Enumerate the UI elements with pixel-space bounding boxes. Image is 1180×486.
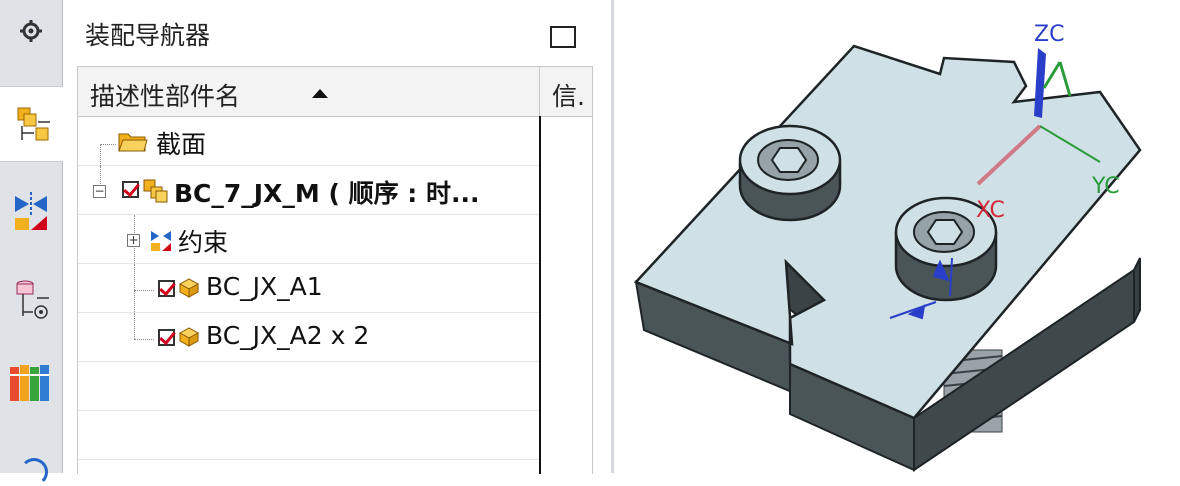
column-line	[539, 116, 541, 474]
axis-label-xc: XC	[976, 198, 1005, 223]
settings-icon[interactable]	[0, 0, 62, 62]
model-view[interactable]	[614, 0, 1180, 473]
constraint-navigator-icon	[15, 192, 47, 230]
tree-header: 描述性部件名 信.	[78, 67, 592, 117]
part-navigator-tab[interactable]	[0, 262, 62, 336]
constraints-icon	[151, 231, 171, 251]
plate-body	[633, 44, 1142, 472]
axis-label-zc: ZC	[1034, 22, 1065, 47]
visibility-checkbox[interactable]	[158, 329, 175, 346]
assembly-navigator-icon	[17, 107, 50, 141]
assembly-navigator-tab[interactable]	[0, 86, 63, 162]
assembly-icon	[143, 179, 168, 203]
sort-ascending-icon[interactable]	[312, 89, 328, 98]
column-divider[interactable]	[539, 67, 540, 116]
resource-bar	[0, 0, 63, 486]
graphics-window[interactable]: ZC YC XC	[614, 0, 1180, 473]
part-navigator-icon	[16, 280, 49, 319]
assembly-tree: 描述性部件名 信. 截面 − BC_7_JX_M (顺序: 时... + 约…	[77, 66, 593, 474]
visibility-checkbox[interactable]	[158, 280, 175, 297]
tree-item-label: BC_JX_A2 x 2	[206, 321, 370, 350]
constraint-navigator-tab[interactable]	[0, 174, 62, 248]
collapse-toggle[interactable]: −	[93, 185, 106, 198]
reuse-library-icon	[10, 365, 49, 401]
visibility-checkbox[interactable]	[122, 181, 139, 198]
tree-row-sections[interactable]: 截面	[78, 117, 539, 166]
reuse-library-tab[interactable]	[0, 346, 62, 420]
maximize-button[interactable]	[550, 26, 576, 48]
tree-row-assembly[interactable]: − BC_7_JX_M ( 顺序 : 时...	[78, 166, 539, 215]
folder-icon	[118, 133, 148, 152]
assembly-navigator-panel: 装配导航器 描述性部件名 信. 截面 − BC_7_JX_M (顺序: 时.…	[63, 0, 611, 474]
column-header-name[interactable]: 描述性部件名	[90, 77, 240, 113]
history-icon[interactable]	[20, 458, 48, 486]
component-icon	[178, 327, 200, 347]
tree-row-component[interactable]: BC_JX_A2 x 2	[78, 313, 539, 362]
expand-toggle[interactable]: +	[127, 234, 140, 247]
component-icon	[178, 278, 200, 298]
tree-row-empty	[78, 411, 539, 460]
panel-title: 装配导航器	[85, 21, 211, 50]
tree-item-label: 截面	[156, 130, 207, 159]
axis-label-yc: YC	[1092, 174, 1120, 199]
tree-row-empty	[78, 362, 539, 411]
tree-item-label: BC_7_JX_M ( 顺序 : 时...	[174, 179, 480, 208]
column-header-info[interactable]: 信.	[552, 77, 585, 113]
tree-row-constraints[interactable]: + 约束	[78, 215, 539, 264]
tree-item-label: BC_JX_A1	[206, 272, 323, 301]
socket-screw	[738, 124, 842, 222]
tree-item-label: 约束	[178, 228, 229, 257]
tree-row-component[interactable]: BC_JX_A1	[78, 264, 539, 313]
